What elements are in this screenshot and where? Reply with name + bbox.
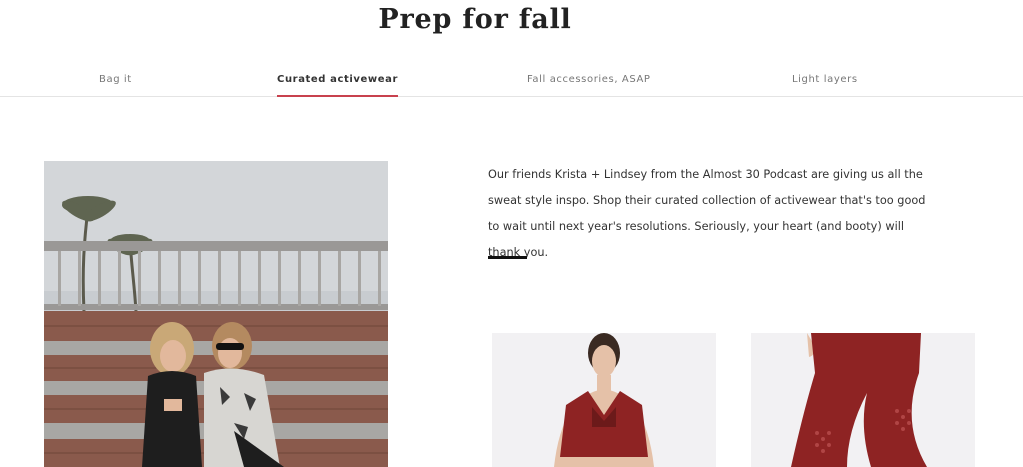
section-divider: [488, 256, 527, 259]
tab-fall-accessories[interactable]: Fall accessories, ASAP: [527, 74, 651, 97]
hero-photo: [44, 161, 388, 467]
tab-bag-it[interactable]: Bag it: [99, 74, 132, 97]
page-title: Prep for fall: [378, 4, 572, 35]
tab-light-layers[interactable]: Light layers: [792, 74, 858, 97]
product-card-leggings[interactable]: [751, 333, 975, 467]
product-image-sports-bra: [492, 333, 716, 467]
product-image-leggings: [751, 333, 975, 467]
tab-curated-activewear[interactable]: Curated activewear: [277, 74, 399, 97]
category-tabs: Bag it Curated activewear Fall accessori…: [0, 62, 1023, 97]
product-card-sports-bra[interactable]: [492, 333, 716, 467]
campaign-description: Our friends Krista + Lindsey from the Al…: [488, 168, 926, 259]
